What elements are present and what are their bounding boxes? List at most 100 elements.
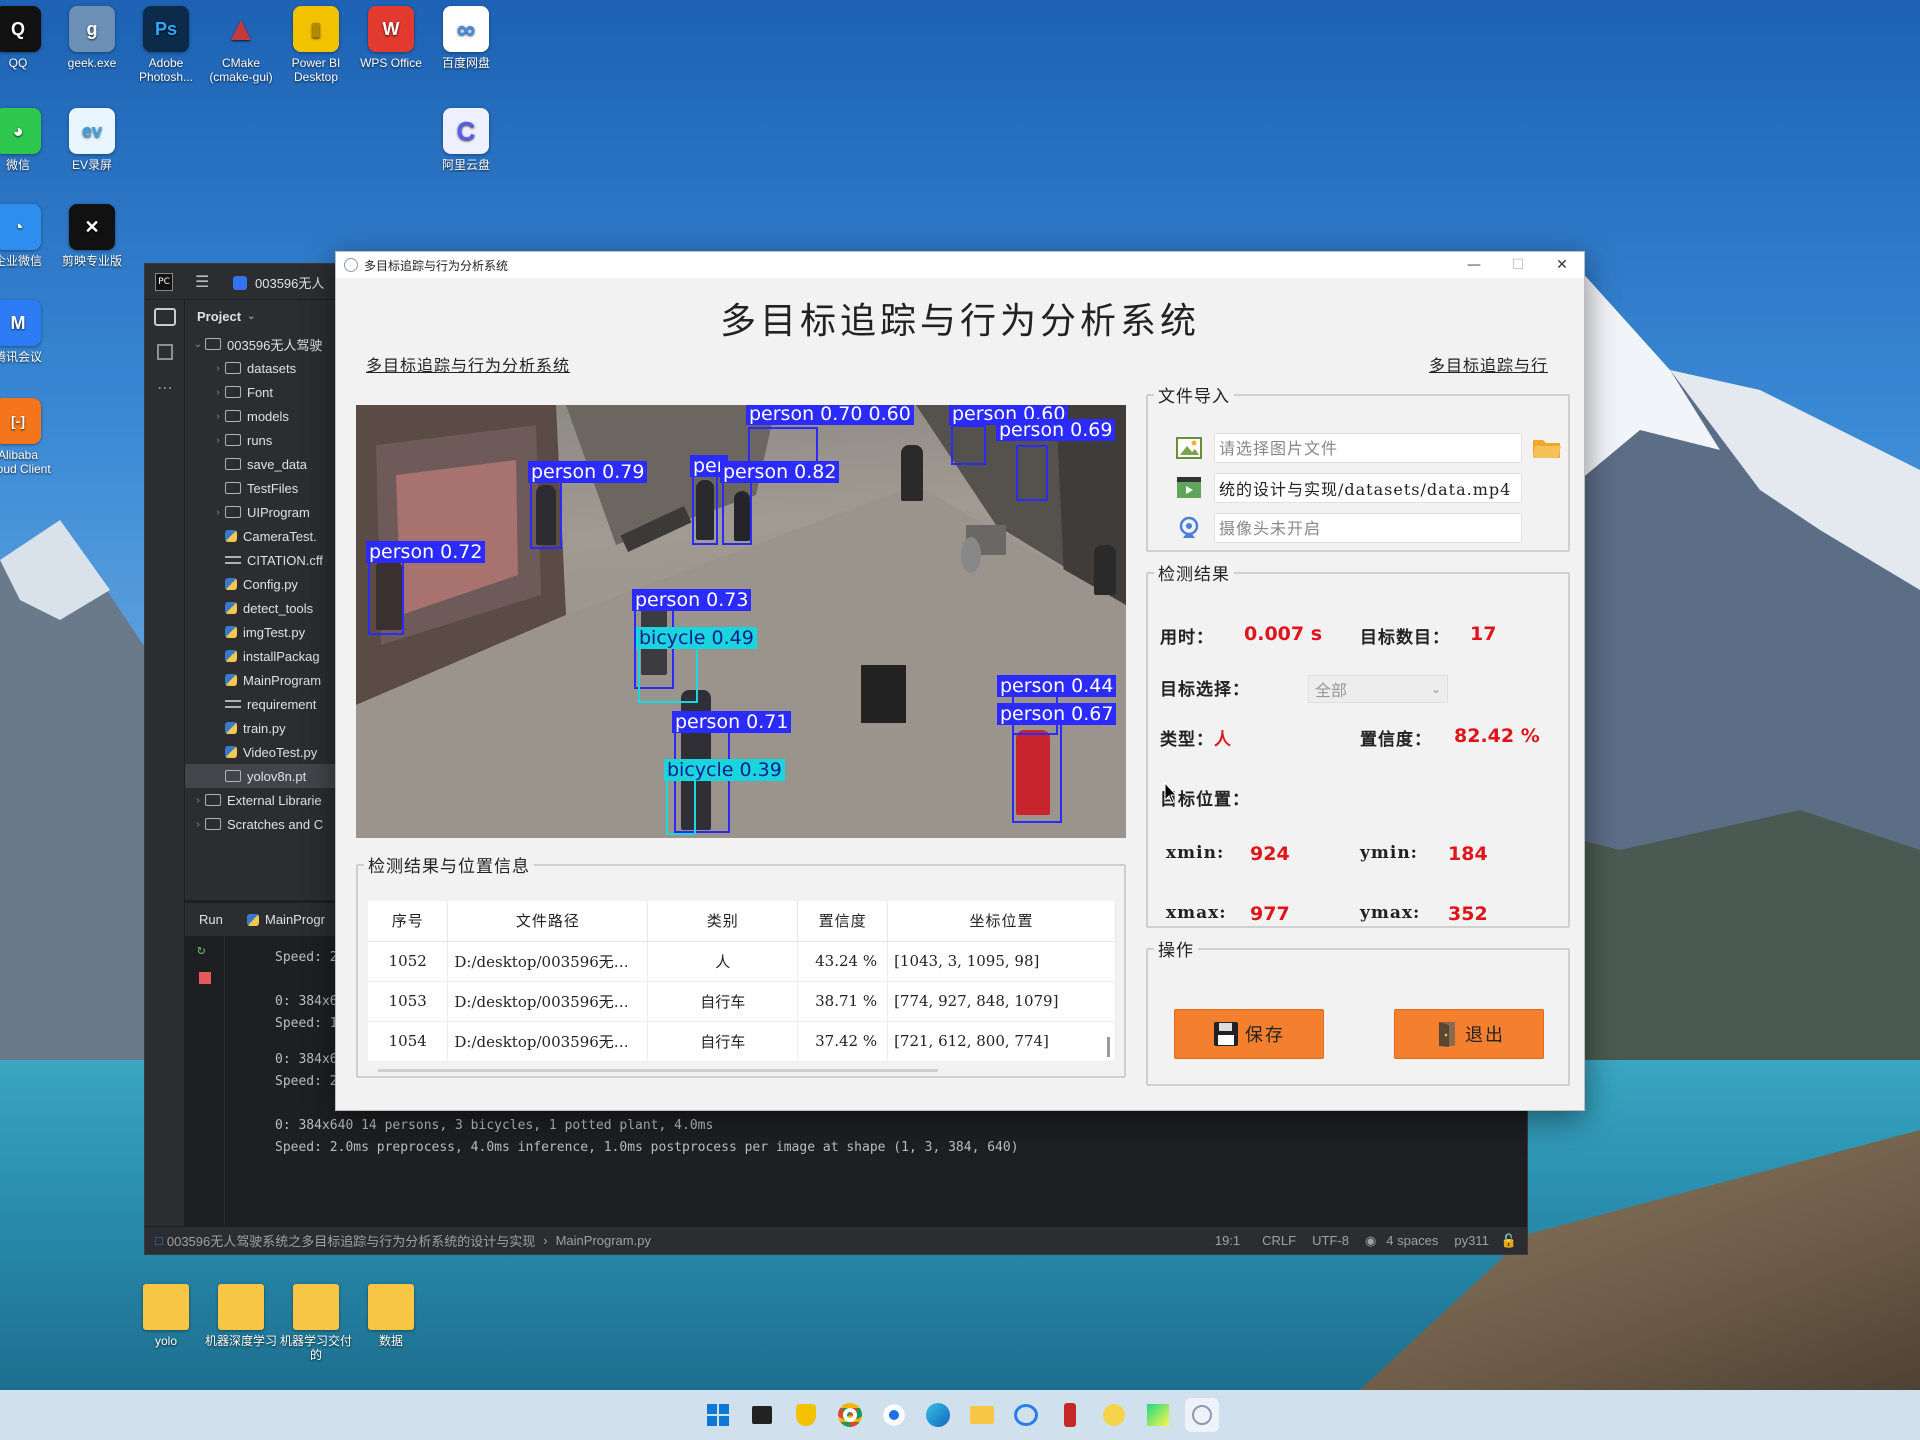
exit-label: 退出	[1465, 1025, 1505, 1046]
taskbar-pycharm[interactable]	[1141, 1398, 1175, 1432]
status-interpreter[interactable]: py311	[1454, 1233, 1488, 1248]
table-row[interactable]: 1053 D:/desktop/003596无… 自行车 38.71 % [77…	[368, 981, 1116, 1022]
minimize-button[interactable]: —	[1452, 252, 1496, 278]
desktop-icon-powerbi[interactable]: ▮ Power BI Desktop	[280, 6, 352, 84]
maximize-button[interactable]: ☐	[1496, 252, 1540, 278]
python-file-icon	[225, 650, 237, 662]
detection-label: bicycle 0.39	[664, 759, 785, 781]
folder-icon	[218, 1284, 264, 1330]
folder-icon	[225, 362, 241, 374]
vertical-scrollbar[interactable]	[1107, 1037, 1110, 1057]
desktop-icon-photoshop[interactable]: Ps Adobe Photosh...	[130, 6, 202, 84]
image-file-input[interactable]	[1214, 433, 1522, 463]
python-file-icon	[225, 674, 237, 686]
run-config-tab[interactable]: MainProgr	[247, 912, 325, 927]
stop-icon[interactable]	[199, 972, 211, 984]
desktop-folder-ml-delivery[interactable]: 机器学习交付的	[280, 1284, 352, 1362]
status-path[interactable]: 003596无人驾驶系统之多目标追踪与行为分析系统的设计与实现	[167, 1231, 535, 1250]
subtitle-right: 多目标追踪与行	[1428, 356, 1548, 375]
image-icon[interactable]	[1176, 436, 1202, 460]
project-switcher[interactable]: 003596无人	[233, 273, 324, 292]
taskbar-terminal[interactable]	[745, 1398, 779, 1432]
file-import-legend: 文件导入	[1158, 387, 1230, 407]
confidence-value: 82.42 %	[1454, 725, 1540, 747]
desktop-icon-qq[interactable]: Q QQ	[0, 6, 54, 70]
taskbar-file-explorer[interactable]	[965, 1398, 999, 1432]
status-caret-position[interactable]: 19:1	[1215, 1233, 1240, 1248]
taskbar-detection-app[interactable]	[1185, 1398, 1219, 1432]
status-encoding[interactable]: UTF-8	[1312, 1233, 1349, 1248]
shield-icon	[796, 1404, 816, 1426]
desktop-icon-wecom[interactable]: ◔企业微信	[0, 204, 54, 268]
desktop-icon-ev-recorder[interactable]: ev EV录屏	[56, 108, 128, 172]
target-select[interactable]: 全部 ⌄	[1308, 675, 1448, 703]
exit-button[interactable]: 退出	[1394, 1009, 1544, 1059]
target-select-label: 目标选择：	[1160, 680, 1250, 700]
project-tool-icon[interactable]	[154, 308, 176, 326]
video-file-input[interactable]	[1214, 473, 1522, 503]
project-tree-label: MainProgram	[243, 672, 322, 688]
taskbar-app-red[interactable]	[1053, 1398, 1087, 1432]
column-header-confidence[interactable]: 置信度	[797, 901, 889, 942]
count-label: 目标数目：	[1360, 628, 1450, 648]
mouse-cursor-icon	[1164, 782, 1178, 804]
run-tab-label[interactable]: Run	[199, 912, 223, 927]
time-label: 用时：	[1160, 628, 1214, 648]
start-button[interactable]	[701, 1398, 735, 1432]
status-line-separator[interactable]: CRLF	[1262, 1233, 1296, 1248]
more-tools-icon[interactable]: ⋯	[157, 378, 173, 397]
camera-status-input[interactable]	[1214, 513, 1522, 543]
desktop-icon-wechat[interactable]: ◕ 微信	[0, 108, 54, 172]
taskbar-edge[interactable]	[921, 1398, 955, 1432]
wechat-icon: ◕	[0, 108, 41, 154]
pycharm-icon[interactable]: PC	[155, 273, 173, 291]
desktop-folder-ml-deep[interactable]: 机器深度学习	[205, 1284, 277, 1348]
python-file-icon	[225, 530, 237, 542]
column-header-index[interactable]: 序号	[368, 901, 449, 942]
table-row[interactable]: 1052 D:/desktop/003596无… 人 43.24 % [1043…	[368, 941, 1116, 982]
confidence-label: 置信度：	[1360, 730, 1432, 750]
desktop-icon-wps[interactable]: W WPS Office	[355, 6, 427, 70]
desktop-icon-aliyun-drive[interactable]: C 阿里云盘	[430, 108, 502, 172]
detection-box-person	[1016, 445, 1048, 501]
horizontal-scrollbar[interactable]	[378, 1069, 938, 1072]
close-button[interactable]: ✕	[1540, 252, 1584, 278]
folder-icon	[225, 434, 241, 446]
structure-tool-icon[interactable]	[157, 344, 173, 360]
main-menu-icon[interactable]: ☰	[195, 272, 209, 291]
column-header-coordinates[interactable]: 坐标位置	[887, 901, 1116, 942]
save-button[interactable]: 保存	[1174, 1009, 1324, 1059]
status-indent[interactable]: 4 spaces	[1386, 1233, 1438, 1248]
python-file-icon	[225, 626, 237, 638]
status-file[interactable]: MainProgram.py	[556, 1233, 651, 1248]
taskbar-security[interactable]	[789, 1398, 823, 1432]
lock-icon[interactable]: 🔓	[1501, 1233, 1517, 1249]
table-row[interactable]: 1054 D:/desktop/003596无… 自行车 37.42 % [72…	[368, 1021, 1116, 1062]
desktop-icon-capcut[interactable]: ✕ 剪映专业版	[56, 204, 128, 268]
desktop-icon-baidu-netdisk[interactable]: ∞ 百度网盘	[430, 6, 502, 70]
camera-icon[interactable]	[1176, 516, 1202, 540]
column-header-class[interactable]: 类别	[647, 901, 799, 942]
video-icon[interactable]	[1176, 476, 1202, 500]
model-file-icon	[225, 770, 241, 782]
detection-app-window: 多目标追踪与行为分析系统 — ☐ ✕ 多目标追踪与行为分析系统 多目标追踪与行为…	[335, 251, 1585, 1111]
desktop-icon-alibaba-cloud[interactable]: [-]Alibaba Cloud Client	[0, 398, 54, 476]
readonly-eye-icon[interactable]: ◉	[1365, 1233, 1376, 1249]
taskbar-chat[interactable]	[1009, 1398, 1043, 1432]
floppy-disk-icon	[1214, 1022, 1238, 1046]
desktop-icon-tencent-meeting[interactable]: M腾讯会议	[0, 300, 54, 364]
desktop-folder-data[interactable]: 数据	[355, 1284, 427, 1348]
project-tree-label: VideoTest.py	[243, 744, 318, 760]
column-header-path[interactable]: 文件路径	[447, 901, 649, 942]
taskbar-chrome[interactable]	[833, 1398, 867, 1432]
chevron-down-icon: ⌄	[193, 338, 203, 350]
desktop-icon-geek[interactable]: g geek.exe	[56, 6, 128, 70]
video-file-row	[1176, 473, 1522, 503]
taskbar-browser[interactable]	[877, 1398, 911, 1432]
folder-open-icon[interactable]	[1532, 436, 1562, 460]
baidu-netdisk-icon: ∞	[443, 6, 489, 52]
taskbar-app-yellow[interactable]	[1097, 1398, 1131, 1432]
rerun-icon[interactable]: ↻	[197, 942, 205, 958]
desktop-icon-cmake[interactable]: ▲ CMake (cmake-gui)	[205, 6, 277, 84]
desktop-folder-yolo[interactable]: yolo	[130, 1284, 202, 1348]
